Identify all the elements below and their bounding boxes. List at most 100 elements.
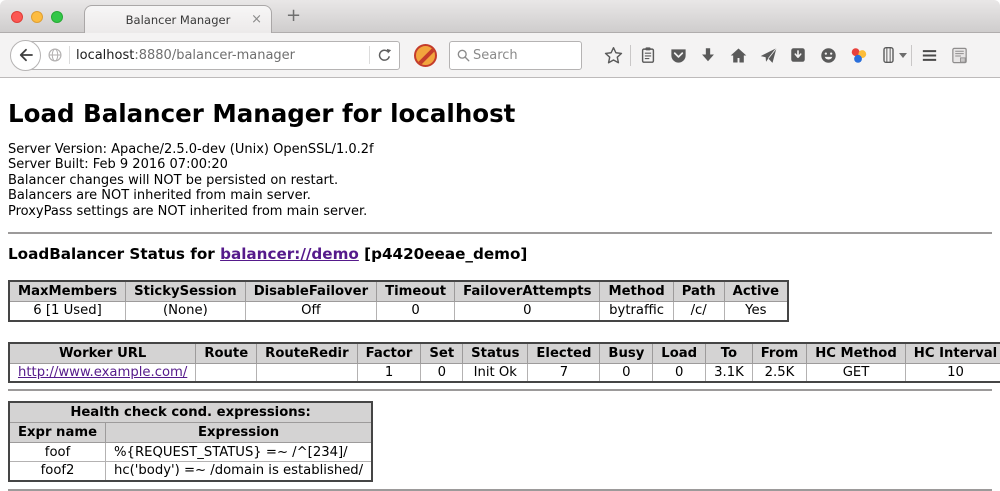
- balancer-status-heading: LoadBalancer Status for balancer://demo …: [8, 245, 992, 263]
- header-cell: Active: [724, 281, 788, 302]
- header-cell: Route: [196, 343, 257, 364]
- smiley-addon-icon[interactable]: [813, 40, 843, 70]
- data-cell: Init Ok: [463, 363, 528, 382]
- balancer-demo-link[interactable]: balancer://demo: [220, 245, 359, 263]
- titlebar: Balancer Manager × +: [0, 0, 1000, 33]
- header-cell: FailoverAttempts: [455, 281, 600, 302]
- worker-url-link[interactable]: http://www.example.com/: [18, 365, 187, 380]
- heading-prefix: LoadBalancer Status for: [8, 245, 220, 263]
- data-cell: 10: [905, 363, 1000, 382]
- data-cell: 2.5K: [752, 363, 806, 382]
- data-cell: [257, 363, 357, 382]
- bookmark-star-icon[interactable]: [598, 40, 628, 70]
- data-cell: Off: [245, 302, 376, 321]
- header-cell: StickySession: [126, 281, 246, 302]
- expr-name-cell: foof: [9, 443, 106, 462]
- heading-suffix: [p4420eeae_demo]: [359, 245, 528, 263]
- header-cell: Expression: [106, 423, 373, 443]
- traffic-lights: [11, 11, 63, 23]
- save-to-device-icon[interactable]: [783, 40, 813, 70]
- data-cell: Yes: [724, 302, 788, 321]
- data-cell: 0: [600, 363, 653, 382]
- proxypass-line: ProxyPass settings are NOT inherited fro…: [8, 204, 992, 219]
- table-header-row: Worker URL Route RouteRedir Factor Set S…: [9, 343, 1000, 364]
- header-cell: To: [706, 343, 753, 364]
- urlbar-separator: [369, 46, 370, 64]
- header-cell: Expr name: [9, 423, 106, 443]
- header-cell: Worker URL: [9, 343, 196, 364]
- header-cell: Elected: [528, 343, 600, 364]
- header-cell: Timeout: [377, 281, 455, 302]
- home-icon[interactable]: [723, 40, 753, 70]
- data-cell: [196, 363, 257, 382]
- expr-name-cell: foof2: [9, 462, 106, 481]
- menu-hamburger-icon[interactable]: [914, 40, 944, 70]
- health-check-expressions-table: Health check cond. expressions: Expr nam…: [8, 401, 373, 482]
- header-cell: RouteRedir: [257, 343, 357, 364]
- table-data-row: http://www.example.com/ 1 0 Init Ok 7 0 …: [9, 363, 1000, 382]
- tab-title: Balancer Manager: [126, 13, 231, 27]
- toolbar-icons: [598, 40, 974, 70]
- content-blocked-icon[interactable]: [414, 44, 437, 67]
- header-cell: Method: [600, 281, 673, 302]
- expression-cell: hc('body') =~ /domain is established/: [106, 462, 373, 481]
- url-text[interactable]: localhost:8880/balancer-manager: [76, 48, 363, 63]
- reading-list-icon[interactable]: [633, 40, 663, 70]
- url-path: :8880/balancer-manager: [134, 48, 295, 63]
- data-cell: 0: [421, 363, 463, 382]
- header-cell: Path: [673, 281, 724, 302]
- header-cell: HC Interval: [905, 343, 1000, 364]
- header-cell: Busy: [600, 343, 653, 364]
- minimize-window-button[interactable]: [31, 11, 43, 23]
- server-version-line: Server Version: Apache/2.5.0-dev (Unix) …: [8, 142, 992, 157]
- server-built-line: Server Built: Feb 9 2016 07:00:20: [8, 157, 992, 172]
- header-cell: From: [752, 343, 806, 364]
- table-header-row: Expr name Expression: [9, 423, 372, 443]
- tab-balancer-manager[interactable]: Balancer Manager ×: [84, 5, 272, 33]
- data-cell: 3.1K: [706, 363, 753, 382]
- colored-dots-addon-icon[interactable]: [843, 40, 873, 70]
- table-header-row: MaxMembers StickySession DisableFailover…: [9, 281, 788, 302]
- header-cell: MaxMembers: [9, 281, 126, 302]
- expression-cell: %{REQUEST_STATUS} =~ /^[234]/: [106, 443, 373, 462]
- url-domain: localhost: [76, 48, 134, 63]
- balancers-inherited-line: Balancers are NOT inherited from main se…: [8, 188, 992, 203]
- worker-table: Worker URL Route RouteRedir Factor Set S…: [8, 342, 1000, 384]
- table-title-row: Health check cond. expressions:: [9, 402, 372, 423]
- tab-close-icon[interactable]: ×: [251, 12, 262, 27]
- balancer-changes-line: Balancer changes will NOT be persisted o…: [8, 173, 992, 188]
- url-bar[interactable]: localhost:8880/balancer-manager: [26, 41, 400, 70]
- page-addon-icon[interactable]: [944, 40, 974, 70]
- divider: [8, 389, 992, 391]
- send-page-icon[interactable]: [753, 40, 783, 70]
- data-cell: (None): [126, 302, 246, 321]
- new-tab-button[interactable]: +: [286, 5, 301, 26]
- pocket-icon[interactable]: [663, 40, 693, 70]
- data-cell: /c/: [673, 302, 724, 321]
- dropdown-caret-icon[interactable]: [899, 53, 907, 58]
- page-title: Load Balancer Manager for localhost: [8, 99, 992, 128]
- search-bar[interactable]: [449, 41, 582, 70]
- reload-icon[interactable]: [376, 47, 393, 64]
- hc-table-title: Health check cond. expressions:: [9, 402, 372, 423]
- search-input[interactable]: [471, 47, 561, 64]
- header-cell: Load: [653, 343, 706, 364]
- data-cell: 1: [357, 363, 421, 382]
- downloads-icon[interactable]: [693, 40, 723, 70]
- back-arrow-icon: [17, 46, 35, 64]
- back-button[interactable]: [10, 40, 41, 71]
- table-data-row: foof2 hc('body') =~ /domain is establish…: [9, 462, 372, 481]
- search-icon: [456, 48, 471, 63]
- header-cell: Status: [463, 343, 528, 364]
- data-cell: 0: [455, 302, 600, 321]
- close-window-button[interactable]: [11, 11, 23, 23]
- data-cell: 0: [653, 363, 706, 382]
- toolbar-separator: [911, 45, 912, 66]
- globe-icon: [47, 47, 63, 63]
- table-data-row: 6 [1 Used] (None) Off 0 0 bytraffic /c/ …: [9, 302, 788, 321]
- zoom-window-button[interactable]: [51, 11, 63, 23]
- header-cell: Set: [421, 343, 463, 364]
- data-cell: 6 [1 Used]: [9, 302, 126, 321]
- header-cell: HC Method: [807, 343, 906, 364]
- header-cell: DisableFailover: [245, 281, 376, 302]
